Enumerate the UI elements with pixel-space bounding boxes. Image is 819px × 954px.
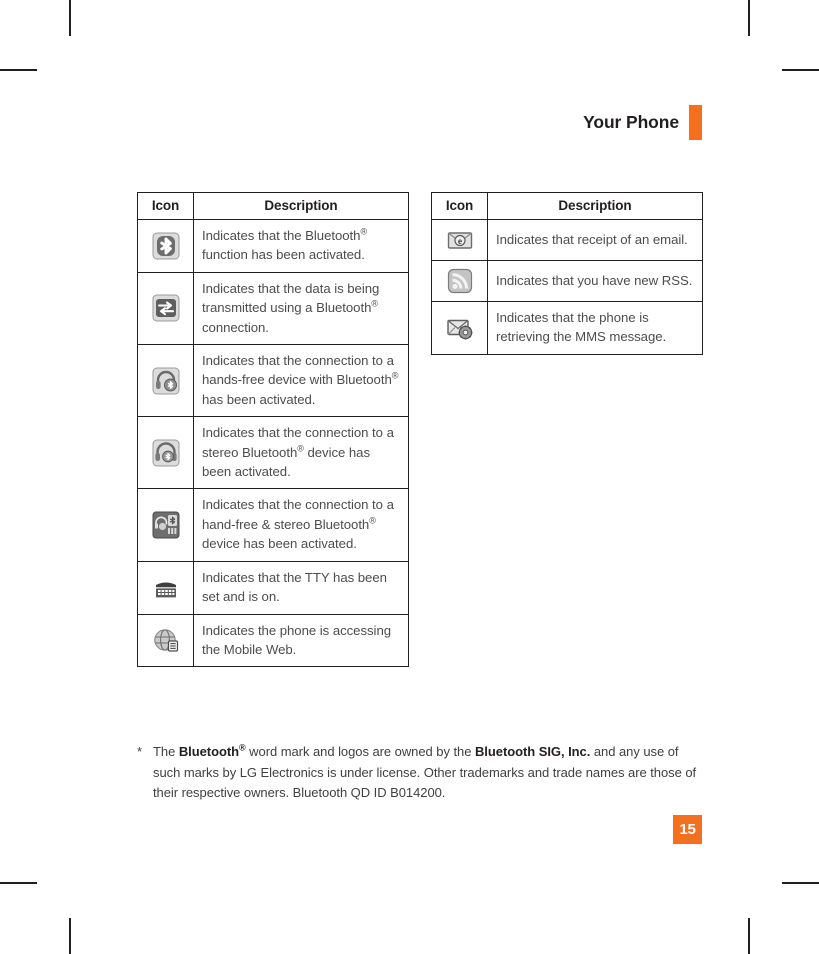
crop-mark-top-right-horizontal [782,69,819,71]
icon-cell [137,219,194,273]
description-cell: Indicates that the connection to a hands… [193,344,409,418]
icon-cell [137,416,194,490]
icon-table-left: Icon Description Indicates that the Blue… [137,192,409,668]
mobile-web-globe-icon [152,626,180,654]
table-body-left: Indicates that the Bluetooth® function h… [137,219,409,668]
footnote-text: The Bluetooth® word mark and logos are o… [153,742,697,801]
crop-mark-bottom-right-vertical [748,918,750,954]
crop-mark-top-left-vertical [69,0,71,36]
icon-cell [137,271,194,346]
column-header-description: Description [193,192,409,220]
icon-cell [137,560,194,615]
crop-mark-top-left-horizontal [0,69,37,71]
page-title: Your Phone [583,111,679,132]
table-body-right: e Indicates that receipt of an email. In… [431,219,703,355]
table-row: Indicates that the connection to a stere… [137,416,409,490]
description-cell: Indicates that the TTY has been set and … [193,560,409,615]
page-header: Your Phone [0,104,702,140]
bluetooth-data-transfer-icon [152,294,180,322]
icon-cell [137,613,194,668]
section-tab-marker [689,104,702,140]
tty-icon [152,574,180,602]
icon-cell [137,344,194,418]
table-row: Indicates that the Bluetooth® function h… [137,219,409,273]
bluetooth-stereo-headset-icon [152,439,180,467]
crop-mark-bottom-left-horizontal [0,882,37,884]
table-row: Indicates that the connection to a hand-… [137,488,409,562]
description-cell: Indicates that the Bluetooth® function h… [193,219,409,273]
table-header-row: Icon Description [137,192,409,220]
footnote-marker: * [137,744,143,759]
table-row: e Indicates that receipt of an email. [431,219,703,261]
table-header-row: Icon Description [431,192,703,220]
description-cell: Indicates the phone is accessing the Mob… [193,613,409,668]
crop-mark-top-right-vertical [748,0,750,36]
crop-mark-bottom-left-vertical [69,918,71,954]
bluetooth-handsfree-stereo-icon [152,511,180,539]
email-envelope-icon: e [446,226,474,254]
description-cell: Indicates that you have new RSS. [487,260,703,302]
icon-cell [431,260,488,302]
table-row: Indicates the phone is accessing the Mob… [137,613,409,668]
description-cell: Indicates that the data is being transmi… [193,271,409,346]
table-row: Indicates that you have new RSS. [431,260,703,302]
description-cell: Indicates that the connection to a stere… [193,416,409,490]
rss-feed-icon [446,267,474,295]
column-header-icon: Icon [137,192,194,220]
footnote: * The Bluetooth® word mark and logos are… [137,742,703,804]
svg-text:e: e [457,237,461,247]
page-number-badge: 15 [673,815,702,844]
icon-cell: e [431,219,488,261]
bluetooth-handsfree-icon [152,367,180,395]
crop-mark-bottom-right-horizontal [782,882,819,884]
description-cell: Indicates that the connection to a hand-… [193,488,409,562]
table-row: Indicates that the phone is retrieving t… [431,301,703,355]
icon-cell [137,488,194,562]
table-row: Indicates that the data is being transmi… [137,271,409,346]
icon-cell [431,301,488,355]
description-cell: Indicates that receipt of an email. [487,219,703,261]
table-row: Indicates that the connection to a hands… [137,344,409,418]
bluetooth-icon [152,232,180,260]
table-row: Indicates that the TTY has been set and … [137,560,409,615]
description-cell: Indicates that the phone is retrieving t… [487,301,703,355]
column-header-description: Description [487,192,703,220]
mms-retrieving-icon [446,314,474,342]
column-header-icon: Icon [431,192,488,220]
icon-table-right: Icon Description e Indicates that receip… [431,192,703,355]
